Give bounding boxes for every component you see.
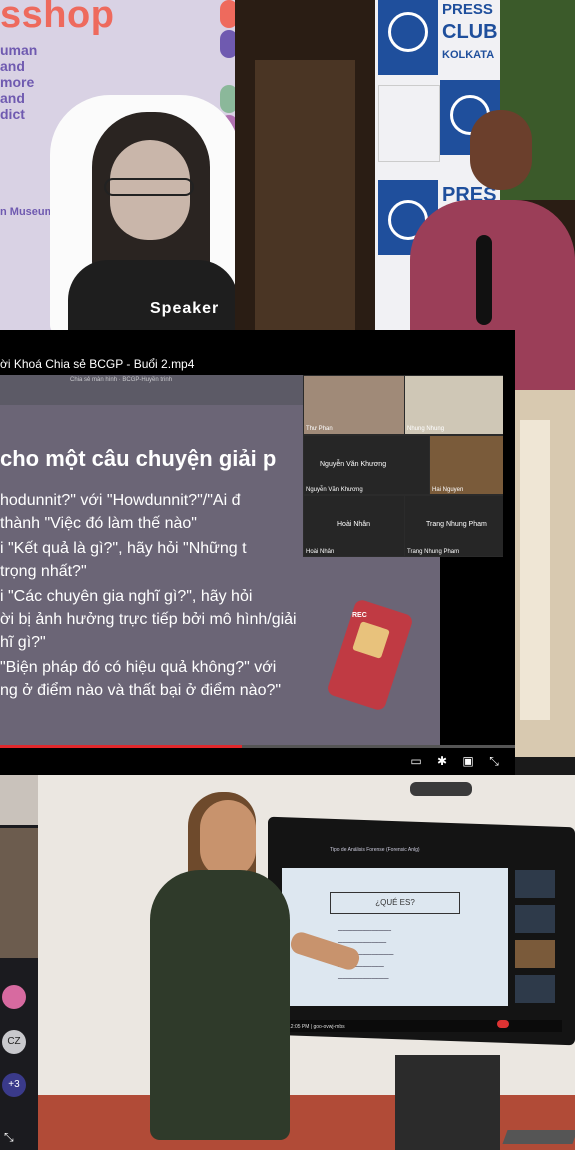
book-tile xyxy=(378,85,440,162)
screen-text-line: ━━━━━━━━━━━━━━━━━━━━ xyxy=(338,940,387,945)
participant-center-name: Hoài Nhân xyxy=(337,521,371,528)
press-speaker-head xyxy=(470,110,532,190)
club-label: CLUB xyxy=(442,21,498,43)
slide-line: ng ở điểm nào và thất bại ở điểm nào?" xyxy=(0,682,282,699)
participant-center-name: Trang Nhung Pham xyxy=(426,521,487,528)
slide-line: hĩ gì?" xyxy=(0,634,46,651)
screen-stand xyxy=(395,1055,500,1150)
participant-name: Thư Phan xyxy=(306,426,333,432)
conference-camera xyxy=(410,782,472,796)
keyboard xyxy=(502,1130,575,1144)
poster-line: uman xyxy=(0,42,38,58)
more-participants[interactable]: +3 xyxy=(2,1073,26,1097)
poster-line: dict xyxy=(0,106,25,122)
exit-fullscreen-icon[interactable]: ⤡ xyxy=(486,755,502,767)
settings-icon[interactable]: ✱ xyxy=(434,755,450,767)
recorder-label: REC xyxy=(352,612,367,619)
screen-call-time: 12:05 PM | goo-ovwj-mbs xyxy=(288,1024,345,1030)
avatar[interactable]: CZ xyxy=(2,1030,26,1054)
participant-center-name: Nguyễn Văn Khương xyxy=(320,461,387,468)
video-title: ời Khoá Chia sẻ BCGP - Buổi 2.mp4 xyxy=(0,357,195,371)
presenter-face xyxy=(200,800,256,878)
participant-name: Hoài Nhân xyxy=(306,549,335,555)
poster-museum: n Museum xyxy=(0,206,55,218)
participant-video xyxy=(430,436,503,494)
screen-meeting-title: Tipo de Análisis Forense (Forensic Anlg) xyxy=(330,847,420,853)
poster-line: more xyxy=(0,74,35,90)
poster-title: sshop xyxy=(0,0,115,36)
participant-name: Nhung Nhung xyxy=(407,426,445,432)
phone-video xyxy=(0,828,38,958)
slide-line: ời bị ảnh hưởng trực tiếp bởi mô hình/gi… xyxy=(0,611,297,628)
speaker-glasses xyxy=(104,178,194,196)
slide-line: hodunnit?" với "Howdunnit?"/"Ai đ xyxy=(0,492,241,509)
presenter-dress xyxy=(150,870,290,1140)
slide-line: trọng nhất?" xyxy=(0,563,87,580)
poster-line: and xyxy=(0,58,25,74)
participant-name: Nguyễn Văn Khương xyxy=(306,487,363,493)
captions-icon[interactable]: ▭ xyxy=(408,755,424,767)
wall-panel xyxy=(255,60,355,330)
screen-participant-tile xyxy=(515,940,555,968)
miniplayer-icon[interactable]: ▣ xyxy=(460,755,476,767)
screen-text-line: ━━━━━━━━━━━━━━━━━━━━━━ xyxy=(338,928,391,933)
avatar[interactable] xyxy=(2,985,26,1009)
club-emblem-icon xyxy=(388,12,428,52)
phone-video xyxy=(0,775,38,825)
slide-heading: cho một câu chuyện giải p xyxy=(0,446,277,471)
screen-participant-tile xyxy=(515,870,555,898)
poster-subtitle: uman and more and dict xyxy=(0,42,37,122)
poster-line: and xyxy=(0,90,25,106)
participant-name: Trang Nhung Pham xyxy=(407,549,460,555)
speaker-label: Speaker xyxy=(150,300,220,317)
slide-line: "Biện pháp đó có hiệu quả không?" với xyxy=(0,659,277,676)
progress-fill xyxy=(0,745,243,748)
screen-participant-tile xyxy=(515,975,555,1003)
building-column xyxy=(520,420,550,720)
screen-participant-tile xyxy=(515,905,555,933)
participant-name: Hai Nguyen xyxy=(432,487,464,493)
screen-heading: ¿QUÉ ES? xyxy=(330,892,460,914)
kolkata-label: KOLKATA xyxy=(442,49,495,61)
microphone xyxy=(476,235,492,325)
slide-line: i "Kết quả là gì?", hãy hỏi "Những t xyxy=(0,540,247,557)
screen-share-title: Chia sẻ màn hình · BCGP-Huyền trinh xyxy=(70,377,173,383)
slide-line: thành "Việc đó làm thế nào" xyxy=(0,515,197,532)
end-call-icon xyxy=(497,1020,509,1028)
exit-fullscreen-icon[interactable]: ⤡ xyxy=(4,1130,20,1145)
press-label: PRESS xyxy=(442,1,493,18)
slide-line: i "Các chuyên gia nghĩ gì?", hãy hỏi xyxy=(0,588,253,605)
screen-text-line: ━━━━━━━━━━━━━━━━━━━━━ xyxy=(338,976,389,981)
